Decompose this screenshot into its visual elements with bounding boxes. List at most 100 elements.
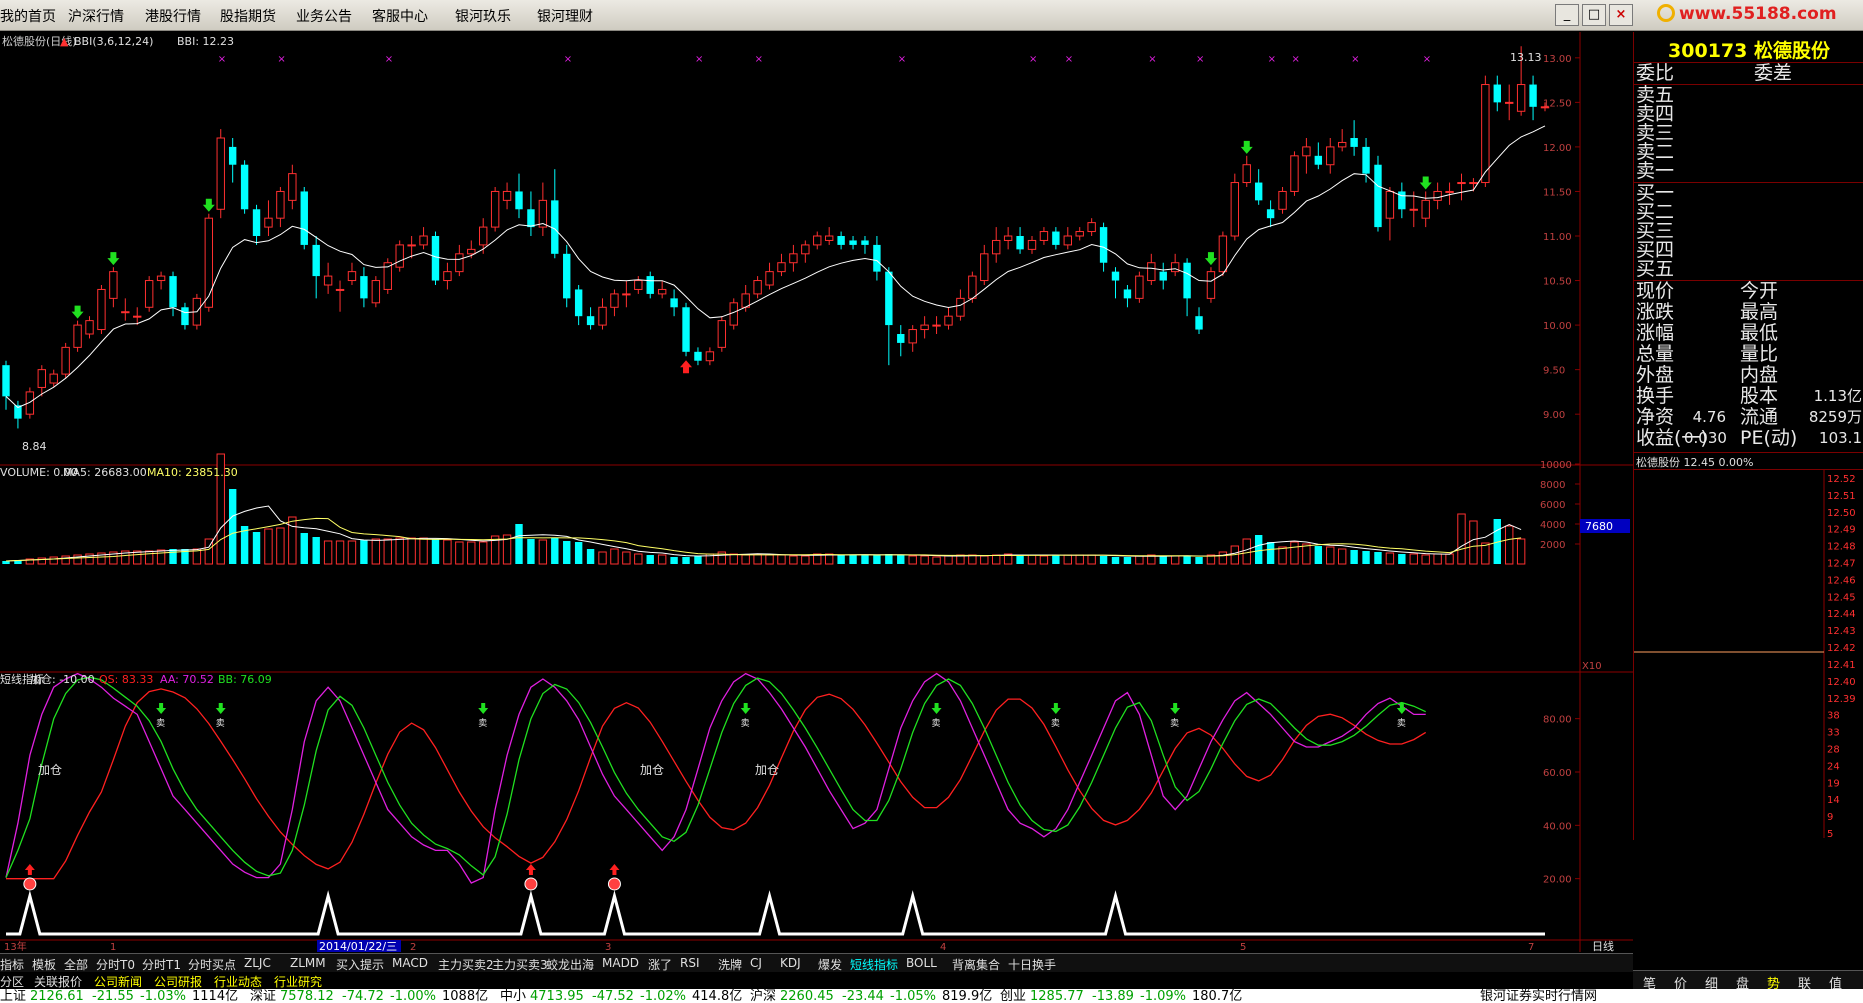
tab-indicator[interactable]: 短线指标: [850, 956, 898, 973]
volume-bar: [1266, 542, 1275, 564]
menu-announcements[interactable]: 业务公告: [296, 6, 352, 26]
volume-bar: [1111, 557, 1120, 564]
tab-indicator[interactable]: ZLMM: [290, 956, 326, 970]
volume-bar: [360, 540, 368, 564]
quote-field-label: 内盘: [1740, 364, 1779, 386]
candle-body: [885, 271, 893, 326]
tab-indicator[interactable]: 十日换手: [1008, 956, 1056, 973]
candle-body: [956, 297, 965, 317]
volume-bar: [49, 556, 58, 565]
mini-y-tick: 12.51: [1827, 491, 1856, 502]
tab-indicator[interactable]: ZLJC: [244, 956, 271, 970]
tab-info[interactable]: 分区: [0, 973, 24, 990]
maximize-button[interactable]: □: [1582, 4, 1606, 26]
ticker-pct: -1.09%: [1140, 989, 1186, 1003]
ticker-amount: 180.7亿: [1192, 989, 1243, 1003]
candle-body: [1147, 262, 1156, 282]
tab-indicator[interactable]: MACD: [392, 956, 428, 970]
candle-body: [801, 244, 810, 255]
tab-indicator[interactable]: 洗牌: [718, 956, 742, 973]
minimize-button[interactable]: _: [1555, 4, 1579, 26]
volume-bar: [729, 553, 738, 565]
ticker-name[interactable]: 上证: [0, 989, 26, 1003]
menu-service-center[interactable]: 客服中心: [372, 6, 428, 26]
tab-info[interactable]: 行业动态: [214, 973, 262, 990]
ticker-name[interactable]: 中小: [500, 989, 526, 1003]
y-tick-label: 12.00: [1543, 143, 1572, 154]
menu-yinhe-licai[interactable]: 银河理财: [537, 6, 593, 26]
x-marker: ×: [1029, 54, 1037, 65]
menu-yinhe-jiule[interactable]: 银河玖乐: [455, 6, 511, 26]
candle-body: [682, 307, 690, 352]
x-marker: ×: [385, 54, 393, 65]
tab-indicator[interactable]: RSI: [680, 956, 700, 970]
sell-label: 卖: [932, 718, 941, 729]
sell-arrow-icon: [107, 252, 120, 266]
period-label[interactable]: 日线: [1592, 939, 1614, 952]
tab-indicator[interactable]: 蛟龙出海: [546, 956, 594, 973]
volume-bar: [1469, 520, 1478, 565]
tab-indicator[interactable]: 分时T0: [96, 956, 135, 973]
volume-bar: [1170, 555, 1180, 565]
volume-bar: [920, 555, 929, 565]
ticker-amount: 819.9亿: [942, 989, 993, 1003]
candle-body: [1529, 84, 1537, 107]
tab-indicator[interactable]: 买入提示: [336, 956, 384, 973]
candle-body: [1075, 231, 1084, 237]
tab-indicator[interactable]: 分时T1: [142, 956, 181, 973]
quote-field-value: 8259万: [1808, 408, 1862, 426]
mini-y-tick: 12.42: [1827, 643, 1856, 654]
ticker-name[interactable]: 沪深: [750, 989, 776, 1003]
y-tick-label: 4000: [1540, 520, 1565, 531]
sell-arrow-icon: [1170, 703, 1181, 714]
volume-bar: [932, 556, 941, 565]
close-button[interactable]: ×: [1609, 4, 1633, 26]
tab-indicator[interactable]: 爆发: [818, 956, 842, 973]
tab-indicator[interactable]: 主力买卖3: [492, 956, 548, 973]
volume-bar: [1433, 553, 1442, 565]
volume-bar: [1087, 554, 1096, 565]
volume-bar: [1027, 554, 1037, 565]
volume-bar: [431, 539, 440, 564]
mini-y-tick: 28: [1827, 744, 1840, 755]
tab-indicator[interactable]: KDJ: [780, 956, 801, 970]
volume-bar: [1016, 555, 1024, 564]
tab-info[interactable]: 行业研究: [274, 973, 322, 990]
candle-body: [1159, 271, 1167, 281]
y-tick-label: 11.00: [1543, 232, 1572, 243]
tab-indicator[interactable]: 主力买卖2: [438, 956, 494, 973]
volume-bar: [276, 527, 285, 565]
candle-body: [1254, 182, 1263, 201]
candle-body: [1409, 208, 1418, 211]
tab-info[interactable]: 公司新闻: [94, 973, 142, 990]
x-marker: ×: [1196, 54, 1204, 65]
tab-indicator[interactable]: MADD: [602, 956, 639, 970]
volume-bar: [371, 538, 381, 565]
menu-sh-sz-quotes[interactable]: 沪深行情: [68, 6, 124, 26]
quote-field-label: 流通: [1740, 406, 1779, 428]
volume-bar: [1398, 554, 1406, 564]
candle-body: [717, 320, 727, 348]
tab-indicator[interactable]: 模板: [32, 956, 56, 973]
quote-field-label: 外盘: [1636, 364, 1675, 386]
ticker-price: 7578.12: [280, 989, 334, 1003]
tab-indicator[interactable]: 指标: [0, 956, 24, 973]
menu-home[interactable]: 我的首页: [0, 6, 56, 26]
candle-body: [490, 190, 500, 228]
tab-indicator[interactable]: CJ: [750, 956, 762, 970]
volume-bar: [1337, 548, 1347, 565]
tab-indicator[interactable]: BOLL: [906, 956, 937, 970]
tab-indicator[interactable]: 背离集合: [952, 956, 1000, 973]
ticker-name[interactable]: 深证: [250, 989, 276, 1003]
ticker-name[interactable]: 创业: [1000, 989, 1026, 1003]
tab-info[interactable]: 公司研报: [154, 973, 202, 990]
menu-index-futures[interactable]: 股指期货: [220, 6, 276, 26]
tab-info[interactable]: 关联报价: [34, 973, 82, 990]
candle-body: [1218, 235, 1228, 273]
ticker-amount: 1088亿: [442, 989, 489, 1003]
tab-indicator[interactable]: 全部: [64, 956, 88, 973]
chart-area[interactable]: 13.0012.5012.0011.5011.0010.5010.009.509…: [0, 32, 1633, 952]
tab-indicator[interactable]: 涨了: [648, 956, 672, 973]
menu-hk-quotes[interactable]: 港股行情: [145, 6, 201, 26]
tab-indicator[interactable]: 分时买点: [188, 956, 236, 973]
